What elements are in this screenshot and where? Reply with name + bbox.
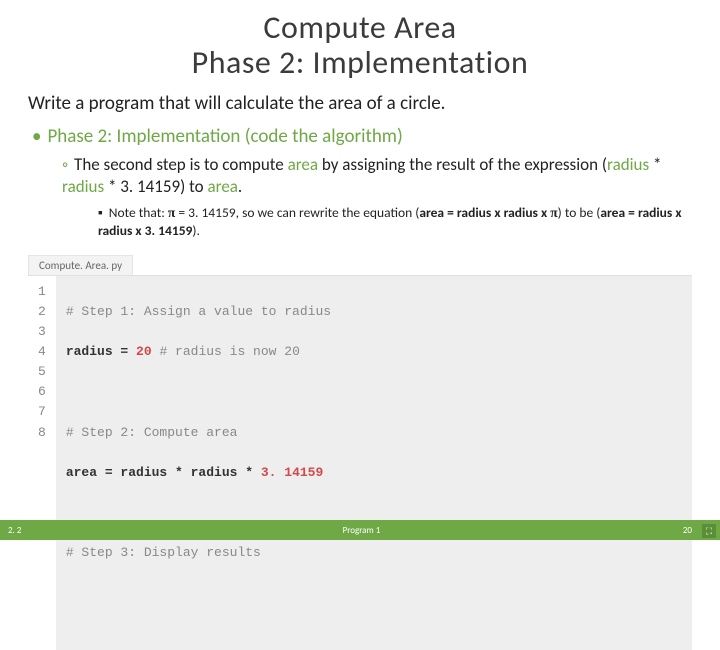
- line-num: 5: [38, 362, 46, 382]
- line-num: 4: [38, 342, 46, 362]
- line-num: 2: [38, 302, 46, 322]
- title-line2: Phase 2: Implementation: [0, 43, 720, 82]
- title-line1: Compute Area: [0, 8, 720, 47]
- b2-kw2: radius: [607, 154, 649, 175]
- code-body: # Step 1: Assign a value to radius radiu…: [56, 276, 341, 650]
- code-comment: # Step 3: Display results: [66, 545, 261, 560]
- b3-pi2: π: [550, 205, 557, 220]
- b3-mid2: ) to be (: [558, 204, 601, 221]
- fullscreen-icon[interactable]: ⛶: [702, 524, 716, 538]
- b2-mid2: *: [649, 154, 661, 175]
- bullet-level1: • Phase 2: Implementation (code the algor…: [32, 125, 692, 148]
- code-number: 3. 14159: [261, 465, 323, 480]
- code-comment: # Step 2: Compute area: [66, 425, 238, 440]
- b2-mid3: * 3. 14159) to: [104, 176, 207, 197]
- intro-text: Write a program that will calculate the …: [28, 92, 692, 115]
- code-number: 20: [136, 344, 152, 359]
- line-num: 8: [38, 423, 46, 443]
- b3-pre: Note that:: [109, 204, 168, 221]
- footer-section: 2. 2: [0, 525, 40, 536]
- footer-program: Program 1: [40, 525, 683, 536]
- code-expr: area = radius * radius *: [66, 465, 261, 480]
- b3-mid1: = 3. 14159, so we can rewrite the equati…: [175, 204, 419, 221]
- code-comment: # Step 1: Assign a value to radius: [66, 304, 331, 319]
- line-num: 6: [38, 382, 46, 402]
- b2-pre: The second step is to compute: [74, 154, 288, 175]
- code-block: Compute. Area. py 1 2 3 4 5 6 7 8 # Step…: [28, 255, 692, 650]
- line-num: 3: [38, 322, 46, 342]
- b2-kw4: area: [207, 176, 237, 197]
- b2-kw1: area: [288, 154, 318, 175]
- code-comment: # radius is now 20: [152, 344, 300, 359]
- b2-kw3: radius: [62, 176, 104, 197]
- bullet-dot: •: [32, 125, 41, 148]
- bullet-dot: ▪: [98, 204, 103, 221]
- line-num: 7: [38, 402, 46, 422]
- footer-bar: 2. 2 Program 1 20 ⛶: [0, 520, 720, 540]
- b3-b1: area = radius x radius x: [419, 204, 550, 221]
- b3-end: ).: [192, 222, 200, 239]
- b2-mid1: by assigning the result of the expressio…: [318, 154, 607, 175]
- line-gutter: 1 2 3 4 5 6 7 8: [28, 276, 56, 650]
- b2-end: .: [238, 176, 242, 197]
- bullet1-text: Phase 2: Implementation (code the algori…: [47, 125, 402, 148]
- bullet-level3: ▪ Note that: π = 3. 14159, so we can rewr…: [98, 204, 692, 240]
- code-var: radius =: [66, 344, 136, 359]
- code-tab: Compute. Area. py: [28, 255, 133, 275]
- bullet-dot: ◦: [62, 154, 68, 175]
- bullet-level2: ◦ The second step is to compute area by a…: [62, 154, 692, 198]
- line-num: 1: [38, 282, 46, 302]
